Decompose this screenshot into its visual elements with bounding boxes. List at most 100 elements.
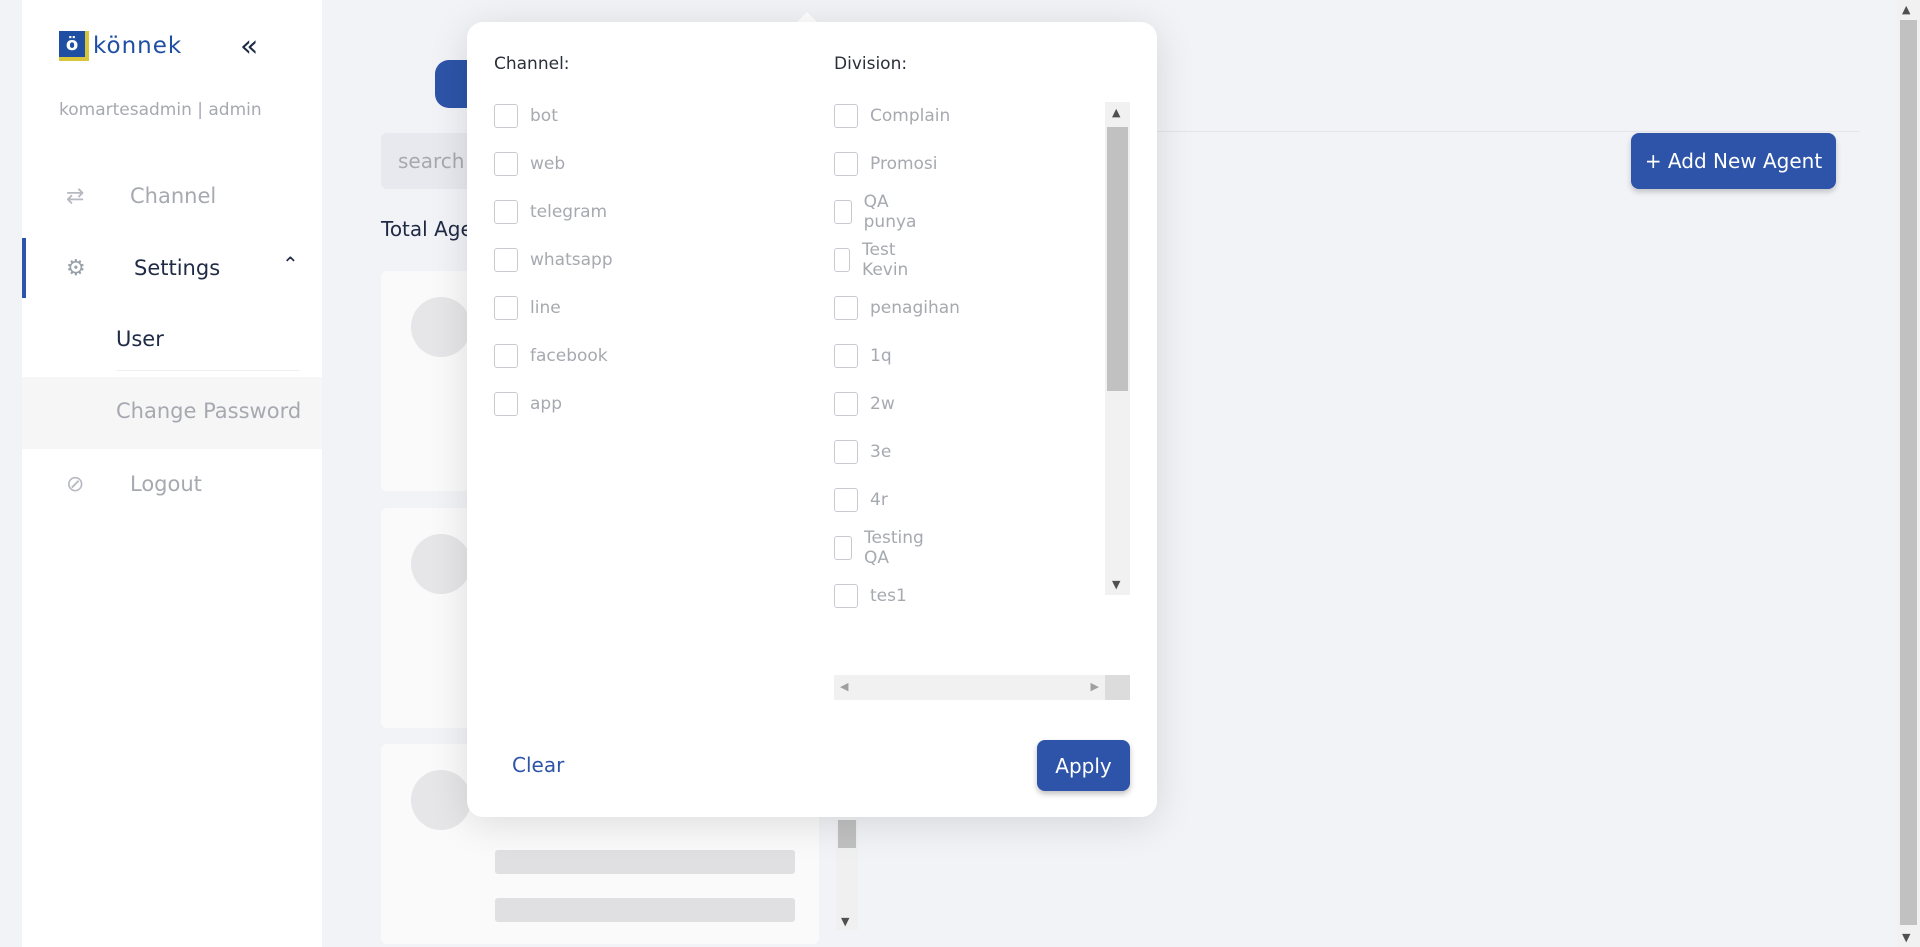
scroll-down-icon[interactable]: ▼	[1112, 578, 1120, 591]
checkbox[interactable]	[834, 200, 852, 224]
checkbox-label: penagihan	[870, 298, 960, 318]
checkbox[interactable]	[834, 344, 858, 368]
division-horizontal-scrollbar[interactable]: ◀ ▶	[834, 675, 1105, 700]
checkbox-label: whatsapp	[530, 250, 613, 270]
division-option[interactable]: penagihan	[834, 294, 960, 322]
scroll-right-icon[interactable]: ▶	[1091, 680, 1099, 693]
channel-filter-label: Channel:	[494, 54, 570, 74]
checkbox-label: Testing QA	[864, 528, 924, 568]
channel-option[interactable]: web	[494, 150, 565, 178]
checkbox-label: Complain	[870, 106, 951, 126]
sidebar-item-logout[interactable]: ⊘ Logout	[22, 454, 322, 514]
checkbox-label: facebook	[530, 346, 608, 366]
division-option[interactable]: Testing QA	[834, 528, 930, 568]
scroll-up-icon[interactable]: ▲	[1112, 106, 1120, 119]
list-scrollbar[interactable]: ▼	[836, 820, 858, 930]
division-filter-label: Division:	[834, 54, 908, 74]
avatar	[411, 297, 471, 357]
skeleton-line	[495, 850, 795, 874]
sidebar-subitem-label: Change Password	[116, 399, 302, 423]
division-option[interactable]: tes1	[834, 582, 907, 610]
division-option[interactable]: Promosi	[834, 150, 938, 178]
checkbox-label: QA punya	[863, 192, 917, 232]
checkbox[interactable]	[834, 392, 858, 416]
division-option[interactable]: 1q	[834, 342, 892, 370]
checkbox[interactable]	[494, 104, 518, 128]
checkbox[interactable]	[834, 440, 858, 464]
scroll-left-icon[interactable]: ◀	[840, 680, 848, 693]
checkbox[interactable]	[834, 296, 858, 320]
logo-mark: ö	[59, 31, 89, 61]
division-checkbox-list[interactable]: Complain Promosi QA punya Test Kevin pen…	[834, 100, 1130, 622]
sidebar-subitem-label: User	[116, 327, 164, 351]
scroll-down-icon[interactable]: ▼	[841, 915, 849, 928]
sidebar-item-label: Logout	[130, 472, 202, 496]
checkbox[interactable]	[834, 152, 858, 176]
sidebar-item-settings[interactable]: ⚙ Settings ⌃	[22, 238, 322, 298]
checkbox-label: 3e	[870, 442, 892, 462]
gear-icon: ⚙	[66, 255, 86, 281]
page-scrollbar[interactable]: ▲ ▼	[1897, 0, 1920, 947]
total-agents-label: Total Age	[381, 217, 473, 241]
avatar	[411, 534, 471, 594]
checkbox[interactable]	[494, 392, 518, 416]
division-option[interactable]: QA punya	[834, 192, 923, 232]
checkbox-label: line	[530, 298, 561, 318]
sidebar-subitem-user[interactable]: User	[22, 305, 322, 377]
checkbox-label: 2w	[870, 394, 895, 414]
checkbox-label: bot	[530, 106, 558, 126]
scrollbar-thumb[interactable]	[1900, 20, 1917, 925]
ban-icon: ⊘	[66, 471, 85, 497]
sidebar-item-label: Settings	[134, 256, 221, 280]
checkbox-label: tes1	[870, 586, 907, 606]
channel-option[interactable]: line	[494, 294, 561, 322]
checkbox-label: 1q	[870, 346, 892, 366]
divider	[116, 370, 300, 371]
avatar	[411, 770, 471, 830]
scrollbar-corner	[1105, 675, 1130, 700]
division-option[interactable]: Test Kevin	[834, 240, 916, 280]
channel-option[interactable]: whatsapp	[494, 246, 613, 274]
checkbox-label: app	[530, 394, 562, 414]
channel-option[interactable]: bot	[494, 102, 558, 130]
sidebar: ö könnek « komartesadmin | admin ⇄ Chann…	[22, 0, 322, 947]
add-new-agent-button[interactable]: + Add New Agent	[1631, 133, 1836, 189]
checkbox[interactable]	[834, 104, 858, 128]
collapse-sidebar-icon[interactable]: «	[240, 32, 258, 62]
clear-button[interactable]: Clear	[512, 753, 564, 777]
sidebar-item-label: Channel	[130, 184, 217, 208]
division-option[interactable]: 3e	[834, 438, 891, 466]
checkbox-label: Promosi	[870, 154, 938, 174]
division-vertical-scrollbar[interactable]: ▲ ▼	[1105, 102, 1130, 595]
channel-option[interactable]: telegram	[494, 198, 607, 226]
checkbox[interactable]	[494, 296, 518, 320]
swap-arrows-icon: ⇄	[66, 183, 85, 209]
checkbox[interactable]	[494, 344, 518, 368]
checkbox[interactable]	[494, 248, 518, 272]
checkbox[interactable]	[494, 152, 518, 176]
checkbox-label: telegram	[530, 202, 608, 222]
scroll-up-icon[interactable]: ▲	[1902, 3, 1910, 16]
division-option[interactable]: 4r	[834, 486, 888, 514]
current-user-label: komartesadmin | admin	[59, 100, 262, 120]
sidebar-item-channel[interactable]: ⇄ Channel	[22, 166, 322, 226]
scrollbar-thumb[interactable]	[838, 820, 856, 848]
sidebar-subitem-change-password[interactable]: Change Password	[22, 377, 322, 449]
filter-popup: Channel: Division: bot web telegram what…	[467, 22, 1157, 817]
checkbox[interactable]	[834, 536, 853, 560]
channel-option[interactable]: app	[494, 390, 562, 418]
scrollbar-thumb[interactable]	[1107, 127, 1128, 391]
checkbox[interactable]	[494, 200, 518, 224]
checkbox-label: Test Kevin	[862, 240, 909, 280]
division-option[interactable]: 2w	[834, 390, 895, 418]
division-option[interactable]: Complain	[834, 102, 950, 130]
app-logo[interactable]: ö könnek	[59, 31, 182, 61]
apply-button[interactable]: Apply	[1037, 740, 1130, 791]
checkbox[interactable]	[834, 248, 851, 272]
channel-option[interactable]: facebook	[494, 342, 608, 370]
checkbox[interactable]	[834, 584, 858, 608]
checkbox[interactable]	[834, 488, 858, 512]
scroll-down-icon[interactable]: ▼	[1902, 931, 1910, 944]
logo-text: könnek	[93, 33, 183, 59]
chevron-up-icon: ⌃	[282, 252, 299, 276]
